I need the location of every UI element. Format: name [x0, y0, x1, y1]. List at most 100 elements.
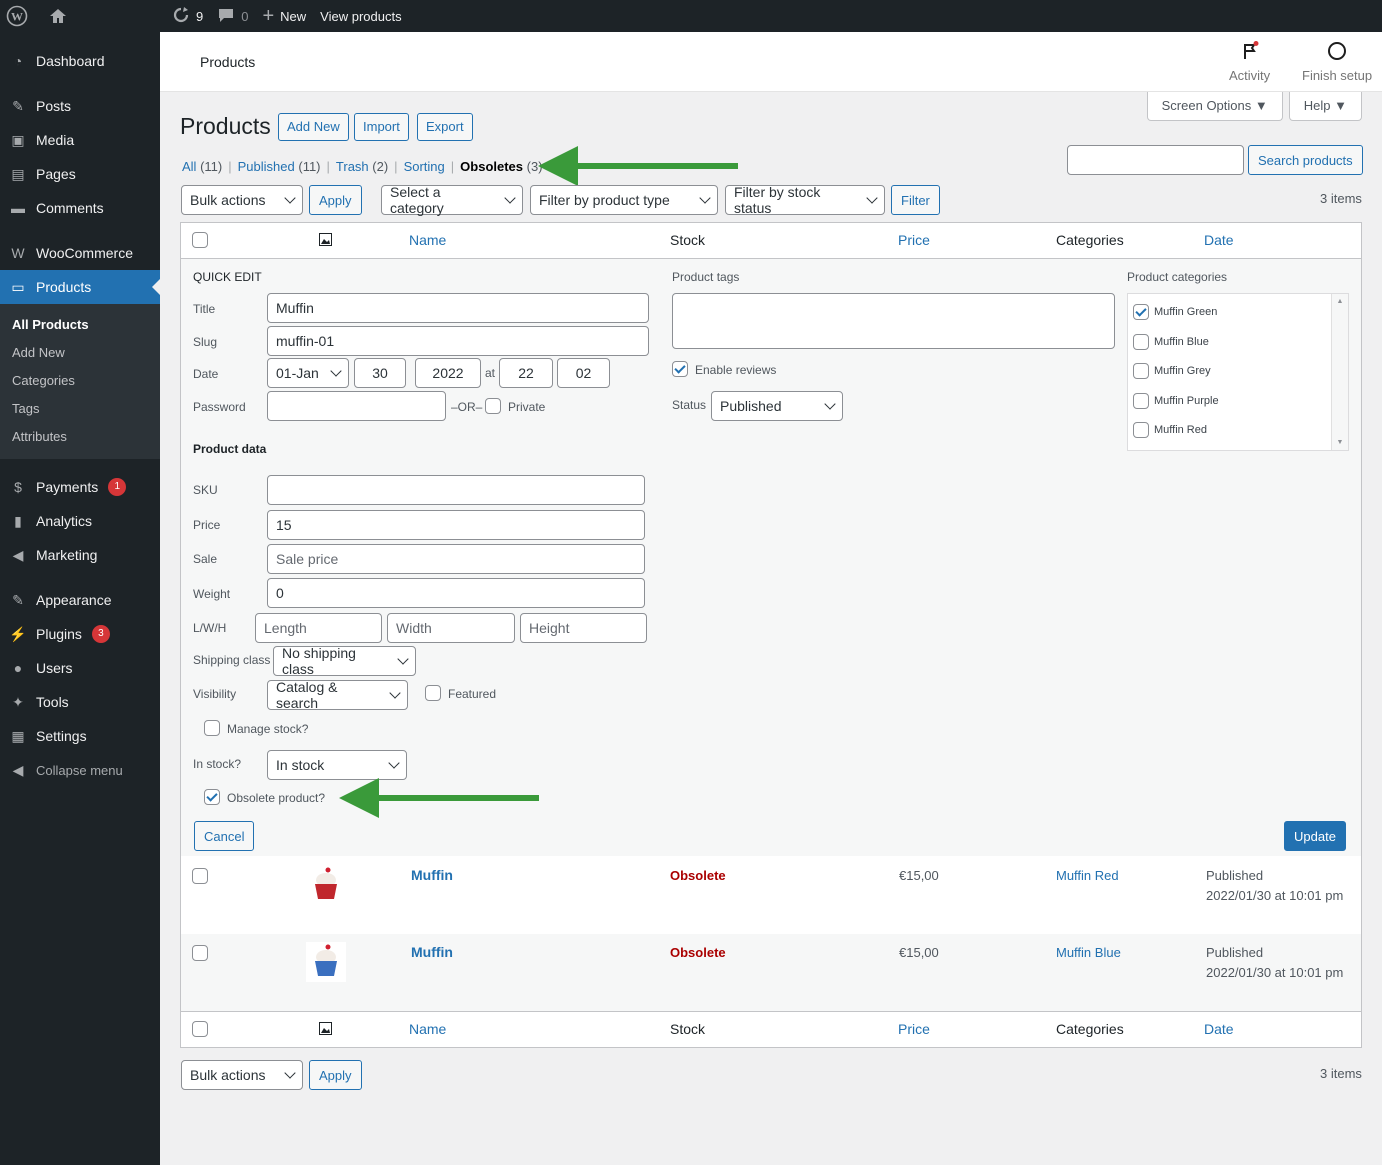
- apply-button[interactable]: Apply: [309, 185, 362, 215]
- search-input[interactable]: [1067, 145, 1244, 175]
- shipping-class-select[interactable]: No shipping class: [273, 645, 416, 677]
- visibility-select[interactable]: Catalog & search: [267, 679, 408, 711]
- help-button[interactable]: Help ▼: [1288, 92, 1362, 121]
- wordpress-logo-icon[interactable]: W: [0, 0, 35, 32]
- product-thumbnail[interactable]: [306, 865, 346, 905]
- select-all-footer-checkbox[interactable]: [192, 1021, 208, 1037]
- view-trash-link[interactable]: Trash (2): [336, 159, 388, 174]
- bulk-actions-bottom-select[interactable]: Bulk actions: [181, 1060, 303, 1090]
- new-content-link[interactable]: + New: [255, 0, 313, 32]
- submenu-item-all-products[interactable]: All Products: [0, 311, 160, 339]
- product-category-link[interactable]: Muffin Blue: [1056, 945, 1121, 960]
- submenu-item-attributes[interactable]: Attributes: [0, 423, 160, 451]
- updates-link[interactable]: 9: [165, 0, 210, 32]
- sidebar-item-products[interactable]: ▭ Products: [0, 270, 160, 304]
- password-input[interactable]: [267, 391, 446, 421]
- product-thumbnail[interactable]: [306, 942, 346, 982]
- sidebar-item-plugins[interactable]: ⚡ Plugins 3: [0, 617, 160, 651]
- sidebar-item-woocommerce[interactable]: W WooCommerce: [0, 236, 160, 270]
- category-checklist[interactable]: Muffin Green Muffin Blue Muffin Grey Muffin…: [1127, 293, 1349, 451]
- category-checkbox[interactable]: [1133, 392, 1149, 409]
- sidebar-item-payments[interactable]: $ Payments 1: [0, 470, 160, 504]
- column-price-footer[interactable]: Price: [898, 1021, 930, 1037]
- year-input[interactable]: 2022: [415, 358, 481, 388]
- row-checkbox[interactable]: [192, 868, 208, 884]
- category-filter-select[interactable]: Select a category: [381, 184, 523, 216]
- search-products-button[interactable]: Search products: [1248, 145, 1363, 175]
- bulk-actions-select[interactable]: Bulk actions: [181, 185, 303, 215]
- cancel-button[interactable]: Cancel: [194, 821, 255, 851]
- sidebar-item-pages[interactable]: ▤ Pages: [0, 157, 160, 191]
- category-checkbox[interactable]: [1133, 333, 1149, 350]
- sidebar-item-dashboard[interactable]: ◔ Dashboard: [0, 44, 160, 78]
- stock-status-filter-select[interactable]: Filter by stock status: [725, 184, 885, 216]
- finish-setup-button[interactable]: Finish setup: [1302, 40, 1372, 83]
- product-name-link[interactable]: Muffin: [411, 867, 453, 883]
- sidebar-item-posts[interactable]: ✎ Posts: [0, 89, 160, 123]
- category-scrollbar[interactable]: ▲ ▼: [1331, 294, 1348, 450]
- sale-price-input[interactable]: Sale price: [267, 544, 645, 574]
- category-option[interactable]: Muffin Green: [1133, 304, 1217, 320]
- private-checkbox[interactable]: [485, 398, 501, 414]
- apply-bottom-button[interactable]: Apply: [309, 1060, 362, 1090]
- category-option[interactable]: Muffin Grey: [1133, 363, 1211, 379]
- sidebar-item-appearance[interactable]: ✎ Appearance: [0, 583, 160, 617]
- select-all-checkbox[interactable]: [192, 232, 208, 248]
- width-input[interactable]: Width: [387, 613, 515, 643]
- column-name-footer[interactable]: Name: [409, 1021, 446, 1037]
- export-button[interactable]: Export: [417, 113, 473, 141]
- update-button[interactable]: Update: [1284, 821, 1346, 851]
- featured-checkbox[interactable]: [425, 685, 441, 701]
- view-sorting-link[interactable]: Sorting: [404, 159, 445, 174]
- sidebar-item-marketing[interactable]: ◀ Marketing: [0, 538, 160, 572]
- category-option[interactable]: Muffin Red: [1133, 422, 1207, 438]
- sku-input[interactable]: [267, 475, 645, 505]
- submenu-item-categories[interactable]: Categories: [0, 367, 160, 395]
- hour-input[interactable]: 22: [499, 358, 553, 388]
- sidebar-item-users[interactable]: ● Users: [0, 651, 160, 685]
- slug-input[interactable]: muffin-01: [267, 326, 649, 356]
- comments-link[interactable]: 0: [210, 0, 255, 32]
- weight-input[interactable]: 0: [267, 578, 645, 608]
- enable-reviews-checkbox[interactable]: [672, 361, 688, 377]
- length-input[interactable]: Length: [255, 613, 382, 643]
- sidebar-item-analytics[interactable]: ▮ Analytics: [0, 504, 160, 538]
- title-input[interactable]: Muffin: [267, 293, 649, 323]
- row-checkbox[interactable]: [192, 945, 208, 961]
- category-checkbox[interactable]: [1133, 422, 1149, 438]
- column-date-footer[interactable]: Date: [1204, 1021, 1234, 1037]
- month-select[interactable]: 01-Jan: [267, 358, 349, 388]
- category-checkbox[interactable]: [1133, 304, 1149, 320]
- add-new-button[interactable]: Add New: [278, 113, 349, 141]
- stock-status-select[interactable]: In stock: [267, 750, 407, 780]
- view-all-link[interactable]: All (11): [182, 159, 222, 174]
- height-input[interactable]: Height: [520, 613, 647, 643]
- column-name[interactable]: Name: [409, 232, 446, 248]
- view-obsoletes-link[interactable]: Obsoletes (3): [460, 159, 542, 174]
- column-date[interactable]: Date: [1204, 232, 1234, 248]
- column-price[interactable]: Price: [898, 232, 930, 248]
- obsolete-product-checkbox[interactable]: [204, 789, 220, 805]
- product-type-filter-select[interactable]: Filter by product type: [530, 185, 718, 215]
- sidebar-item-tools[interactable]: ✦ Tools: [0, 685, 160, 719]
- sidebar-item-settings[interactable]: ▦ Settings: [0, 719, 160, 753]
- day-input[interactable]: 30: [354, 358, 406, 388]
- sidebar-item-collapse-menu[interactable]: ◀ Collapse menu: [0, 753, 160, 787]
- category-option[interactable]: Muffin Purple: [1133, 392, 1219, 409]
- product-name-link[interactable]: Muffin: [411, 944, 453, 960]
- screen-options-button[interactable]: Screen Options ▼: [1146, 92, 1283, 121]
- product-category-link[interactable]: Muffin Red: [1056, 868, 1119, 883]
- sidebar-item-media[interactable]: ▣ Media: [0, 123, 160, 157]
- submenu-item-add-new[interactable]: Add New: [0, 339, 160, 367]
- filter-button[interactable]: Filter: [891, 185, 940, 215]
- home-icon[interactable]: [41, 0, 75, 32]
- category-checkbox[interactable]: [1133, 363, 1149, 379]
- submenu-item-tags[interactable]: Tags: [0, 395, 160, 423]
- minute-input[interactable]: 02: [557, 358, 610, 388]
- sidebar-item-comments[interactable]: ▬ Comments: [0, 191, 160, 225]
- product-tags-textarea[interactable]: [672, 293, 1115, 349]
- price-input[interactable]: 15: [267, 510, 645, 540]
- import-button[interactable]: Import: [354, 113, 409, 141]
- activity-button[interactable]: Activity: [1229, 40, 1270, 83]
- status-select[interactable]: Published: [711, 391, 843, 421]
